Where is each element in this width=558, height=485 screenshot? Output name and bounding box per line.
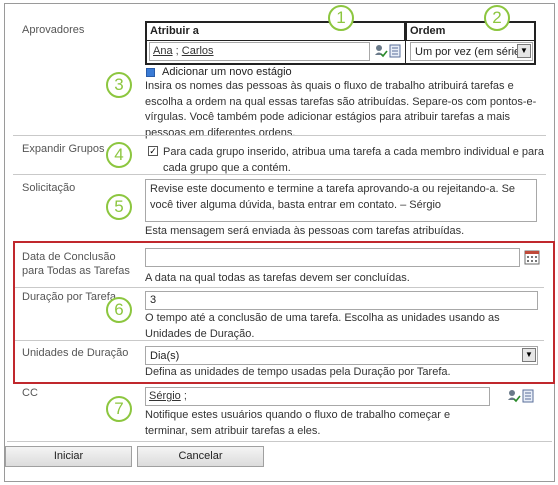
cc-help: Notifique estes usuários quando o fluxo …	[145, 409, 451, 437]
order-select-value: Um por vez (em série)	[415, 46, 524, 58]
duration-label: Duração por Tarefa	[22, 291, 116, 303]
cc-name[interactable]: Sérgio	[149, 390, 181, 402]
duration-units-label: Unidades de Duração	[22, 347, 129, 359]
check-names-icon[interactable]	[375, 45, 388, 58]
approvers-help: Insira os nomes das pessoas às quais o f…	[145, 80, 537, 139]
cancel-button[interactable]: Cancelar	[137, 446, 264, 467]
callout-3: 3	[106, 72, 132, 98]
assign-to-header-label: Atribuir a	[150, 25, 199, 37]
callout-2: 2	[484, 5, 510, 31]
approvers-label: Aprovadores	[22, 24, 85, 36]
cc-label: CC	[22, 387, 38, 399]
approver-name[interactable]: Ana	[153, 45, 173, 57]
address-book-icon[interactable]	[389, 44, 401, 58]
approver-separator: ;	[175, 45, 179, 57]
order-header-label: Ordem	[410, 25, 446, 37]
cc-input[interactable]: Sérgio ;	[145, 387, 490, 406]
expand-groups-checkbox[interactable]: ✓	[148, 146, 158, 156]
request-help: Esta mensagem será enviada às pessoas co…	[145, 225, 465, 237]
approver-name[interactable]: Carlos	[182, 45, 214, 57]
dropdown-arrow-icon[interactable]: ▼	[522, 348, 536, 362]
callout-7: 7	[106, 396, 132, 422]
callout-6: 6	[106, 297, 132, 323]
request-label: Solicitação	[22, 182, 76, 194]
duration-units-help: Defina as unidades de tempo usadas pela …	[145, 366, 451, 378]
assign-to-input[interactable]: Ana ; Carlos	[149, 42, 370, 61]
order-header: Ordem	[406, 21, 536, 41]
due-date-help: A data na qual todas as tarefas devem se…	[145, 272, 410, 284]
duration-units-select[interactable]: Dia(s) ▼	[145, 346, 538, 365]
calendar-icon[interactable]	[524, 249, 540, 265]
duration-units-value: Dia(s)	[150, 350, 180, 362]
people-picker-icons	[374, 43, 402, 59]
add-stage-link[interactable]: Adicionar um novo estágio	[162, 66, 292, 78]
check-names-icon[interactable]	[508, 390, 521, 403]
cc-separator: ;	[183, 390, 187, 402]
callout-5: 5	[106, 194, 132, 220]
request-textarea[interactable]: Revise este documento e termine a tarefa…	[145, 179, 537, 222]
due-date-input[interactable]	[145, 248, 520, 267]
expand-groups-help: Para cada grupo inserido, atribua uma ta…	[163, 146, 544, 174]
start-button[interactable]: Iniciar	[5, 446, 132, 467]
duration-input[interactable]: 3	[145, 291, 538, 310]
callout-1: 1	[328, 5, 354, 31]
divider	[7, 441, 552, 442]
duration-help: O tempo até a conclusão de uma tarefa. E…	[145, 312, 500, 340]
column-divider	[405, 40, 406, 65]
workflow-form: Aprovadores Atribuir a Ordem Ana ; Carlo…	[4, 3, 555, 482]
dropdown-arrow-icon[interactable]: ▼	[517, 44, 531, 58]
add-stage-icon[interactable]	[146, 68, 155, 77]
divider	[13, 174, 546, 175]
order-select[interactable]: Um por vez (em série) ▼	[410, 42, 533, 61]
assign-to-header: Atribuir a	[145, 21, 406, 41]
expand-groups-label: Expandir Grupos	[22, 143, 105, 155]
divider	[15, 287, 544, 288]
due-date-label: Data de Conclusão para Todas as Tarefas	[22, 251, 130, 277]
address-book-icon[interactable]	[522, 389, 534, 403]
divider	[13, 135, 546, 136]
callout-4: 4	[106, 142, 132, 168]
divider	[15, 340, 544, 341]
cc-picker-icons	[507, 388, 535, 404]
